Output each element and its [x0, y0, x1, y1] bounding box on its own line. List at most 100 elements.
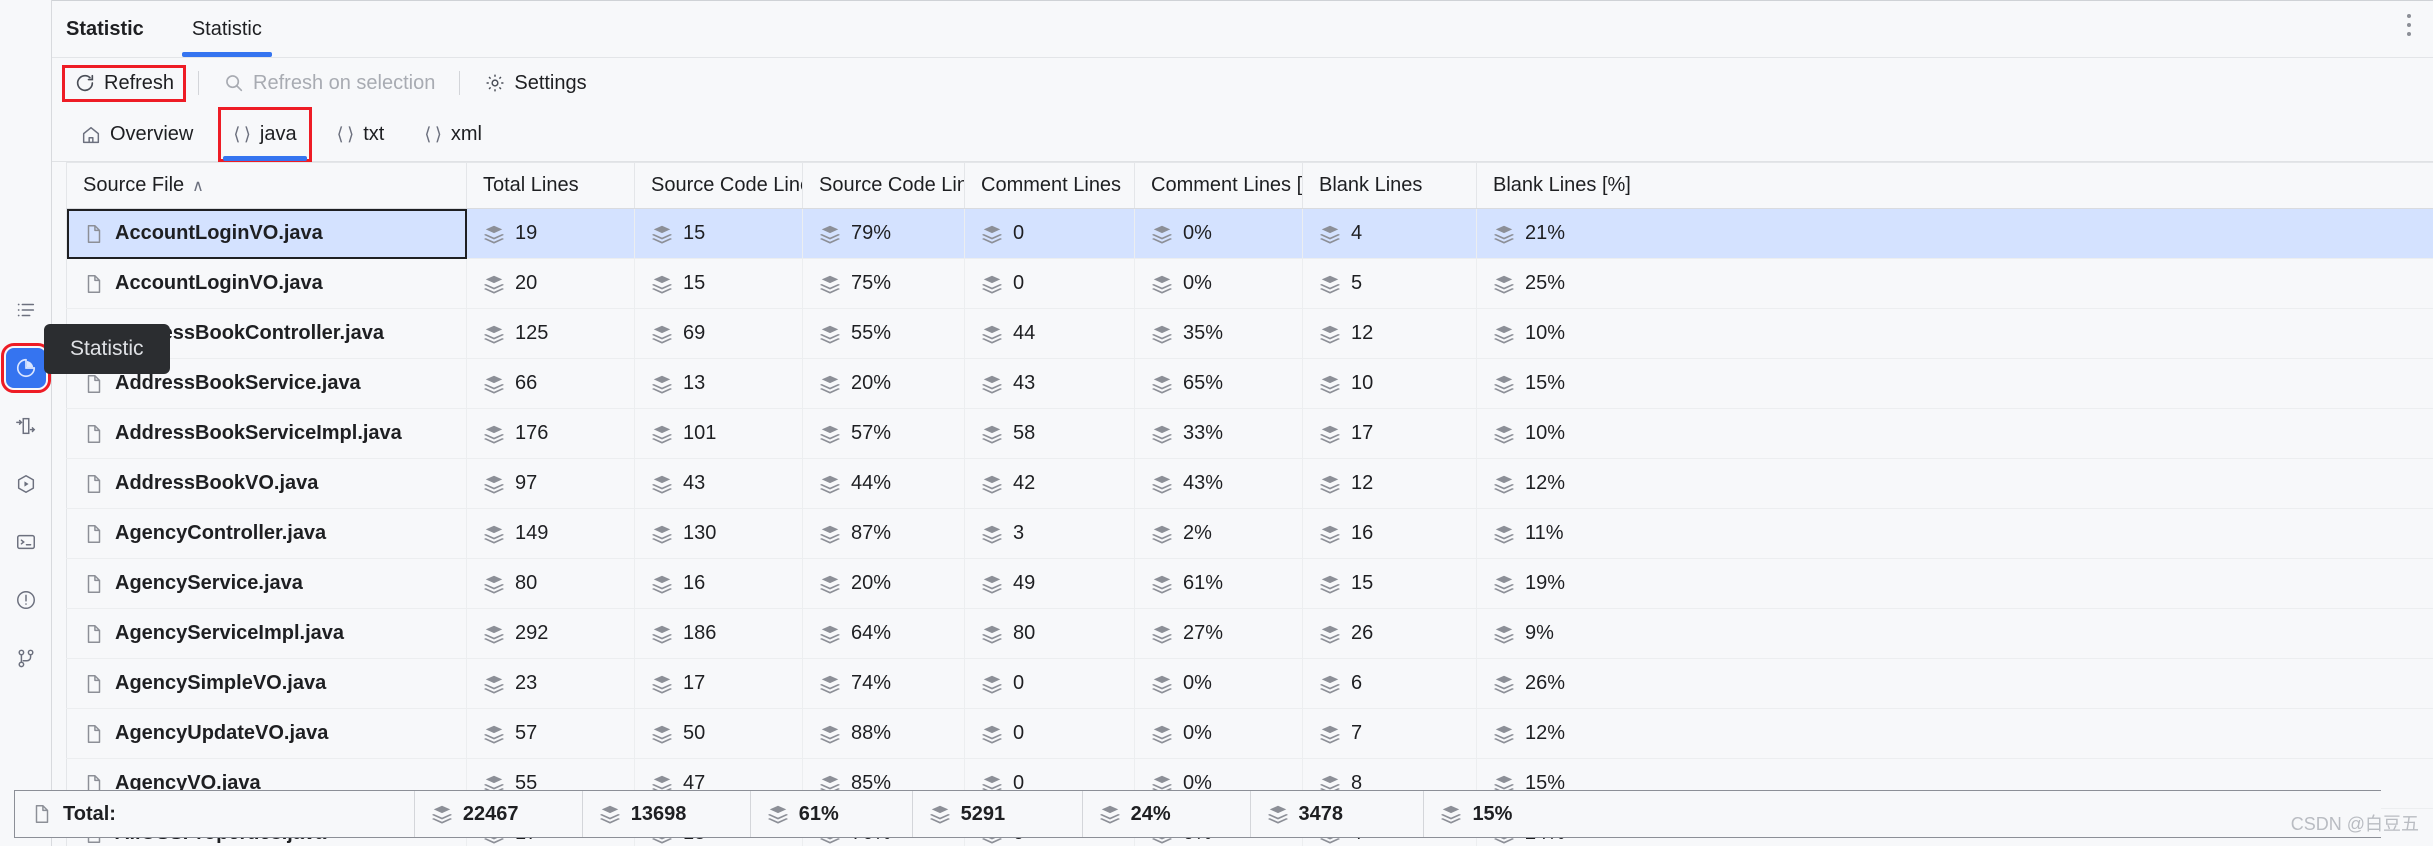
file-name-cell[interactable]: AccountLoginVO.java	[66, 258, 467, 309]
comment-lines-cell[interactable]: 42	[964, 458, 1135, 509]
statistic-table-container[interactable]: Source File ∧ Total Lines Source Code Lin…	[52, 162, 2433, 846]
blank-lines-pct-cell[interactable]: 21%	[1476, 208, 2433, 259]
source-code-lines-cell[interactable]: 17	[634, 658, 803, 709]
file-name-cell[interactable]: AddressBookServiceImpl.java	[66, 408, 467, 459]
source-code-lines-pct-cell[interactable]: 79%	[802, 208, 965, 259]
source-code-lines-cell[interactable]: 186	[634, 608, 803, 659]
blank-lines-pct-cell[interactable]: 9%	[1476, 608, 2433, 659]
sidebar-item-problems[interactable]	[6, 580, 46, 620]
blank-lines-cell[interactable]: 15	[1302, 558, 1477, 609]
blank-lines-pct-cell[interactable]: 19%	[1476, 558, 2433, 609]
blank-lines-cell[interactable]: 7	[1302, 708, 1477, 759]
total-lines-cell[interactable]: 176	[466, 408, 635, 459]
table-row[interactable]: AddressBookVO.java 97 43 44% 42 43% 12 12%	[66, 458, 2433, 509]
total-lines-cell[interactable]: 57	[466, 708, 635, 759]
file-name-cell[interactable]: AgencyController.java	[66, 508, 467, 559]
file-name-cell[interactable]: AccountLoginVO.java	[66, 208, 467, 259]
source-code-lines-cell[interactable]: 43	[634, 458, 803, 509]
table-row[interactable]: AgencyService.java 80 16 20% 49 61% 15 19%	[66, 558, 2433, 609]
column-header-source-code-lines[interactable]: Source Code Lines	[634, 162, 803, 209]
sidebar-item-structure[interactable]	[6, 406, 46, 446]
table-row[interactable]: AccountLoginVO.java 20 15 75% 0 0% 5 25%	[66, 258, 2433, 309]
file-name-cell[interactable]: AddressBookVO.java	[66, 458, 467, 509]
total-lines-cell[interactable]: 66	[466, 358, 635, 409]
blank-lines-pct-cell[interactable]: 10%	[1476, 308, 2433, 359]
blank-lines-pct-cell[interactable]: 12%	[1476, 458, 2433, 509]
total-lines-cell[interactable]: 19	[466, 208, 635, 259]
table-row[interactable]: AddressBookController.java 125 69 55% 44 35% 1…	[66, 308, 2433, 359]
source-code-lines-cell[interactable]: 130	[634, 508, 803, 559]
source-code-lines-cell[interactable]: 50	[634, 708, 803, 759]
file-name-cell[interactable]: AgencySimpleVO.java	[66, 658, 467, 709]
tab-overview[interactable]: Overview	[66, 108, 207, 161]
comment-lines-pct-cell[interactable]: 0%	[1134, 658, 1303, 709]
source-code-lines-cell[interactable]: 15	[634, 208, 803, 259]
source-code-lines-pct-cell[interactable]: 88%	[802, 708, 965, 759]
comment-lines-pct-cell[interactable]: 61%	[1134, 558, 1303, 609]
comment-lines-cell[interactable]: 0	[964, 658, 1135, 709]
source-code-lines-pct-cell[interactable]: 20%	[802, 558, 965, 609]
source-code-lines-pct-cell[interactable]: 75%	[802, 258, 965, 309]
source-code-lines-pct-cell[interactable]: 64%	[802, 608, 965, 659]
comment-lines-pct-cell[interactable]: 43%	[1134, 458, 1303, 509]
source-code-lines-cell[interactable]: 15	[634, 258, 803, 309]
column-header-comment-lines-pct[interactable]: Comment Lines [%]	[1134, 162, 1303, 209]
comment-lines-pct-cell[interactable]: 35%	[1134, 308, 1303, 359]
total-lines-cell[interactable]: 292	[466, 608, 635, 659]
refresh-on-selection-button[interactable]: Refresh on selection	[215, 69, 443, 98]
comment-lines-cell[interactable]: 3	[964, 508, 1135, 559]
total-lines-cell[interactable]: 23	[466, 658, 635, 709]
table-row[interactable]: AgencyController.java 149 130 87% 3 2% 16 11%	[66, 508, 2433, 559]
comment-lines-cell[interactable]: 80	[964, 608, 1135, 659]
column-header-source-file[interactable]: Source File ∧	[66, 162, 467, 209]
column-header-source-code-lines-pct[interactable]: Source Code Line...	[802, 162, 965, 209]
source-code-lines-pct-cell[interactable]: 87%	[802, 508, 965, 559]
tab-xml[interactable]: ⟨ ⟩ xml	[410, 108, 496, 161]
source-code-lines-pct-cell[interactable]: 44%	[802, 458, 965, 509]
source-code-lines-pct-cell[interactable]: 55%	[802, 308, 965, 359]
tab-java[interactable]: ⟨ ⟩ java	[218, 107, 312, 162]
table-row[interactable]: AgencySimpleVO.java 23 17 74% 0 0% 6 26%	[66, 658, 2433, 709]
file-name-cell[interactable]: AgencyServiceImpl.java	[66, 608, 467, 659]
blank-lines-cell[interactable]: 12	[1302, 308, 1477, 359]
comment-lines-cell[interactable]: 0	[964, 708, 1135, 759]
comment-lines-pct-cell[interactable]: 2%	[1134, 508, 1303, 559]
blank-lines-cell[interactable]: 16	[1302, 508, 1477, 559]
tab-txt[interactable]: ⟨ ⟩ txt	[323, 108, 399, 161]
blank-lines-pct-cell[interactable]: 11%	[1476, 508, 2433, 559]
blank-lines-cell[interactable]: 26	[1302, 608, 1477, 659]
source-code-lines-cell[interactable]: 69	[634, 308, 803, 359]
settings-button[interactable]: Settings	[476, 69, 594, 98]
comment-lines-pct-cell[interactable]: 33%	[1134, 408, 1303, 459]
column-header-blank-lines[interactable]: Blank Lines	[1302, 162, 1477, 209]
blank-lines-pct-cell[interactable]: 25%	[1476, 258, 2433, 309]
sidebar-item-statistic[interactable]	[0, 343, 51, 393]
blank-lines-pct-cell[interactable]: 26%	[1476, 658, 2433, 709]
table-row[interactable]: AddressBookService.java 66 13 20% 43 65% 10 15%	[66, 358, 2433, 409]
comment-lines-pct-cell[interactable]: 27%	[1134, 608, 1303, 659]
blank-lines-cell[interactable]: 10	[1302, 358, 1477, 409]
blank-lines-cell[interactable]: 12	[1302, 458, 1477, 509]
column-header-blank-lines-pct[interactable]: Blank Lines [%]	[1476, 162, 2433, 209]
comment-lines-pct-cell[interactable]: 0%	[1134, 708, 1303, 759]
blank-lines-pct-cell[interactable]: 15%	[1476, 358, 2433, 409]
total-lines-cell[interactable]: 149	[466, 508, 635, 559]
total-lines-cell[interactable]: 97	[466, 458, 635, 509]
blank-lines-cell[interactable]: 6	[1302, 658, 1477, 709]
source-code-lines-cell[interactable]: 16	[634, 558, 803, 609]
source-code-lines-pct-cell[interactable]: 20%	[802, 358, 965, 409]
comment-lines-cell[interactable]: 49	[964, 558, 1135, 609]
tab-statistic[interactable]: Statistic	[170, 1, 284, 57]
blank-lines-cell[interactable]: 4	[1302, 208, 1477, 259]
comment-lines-pct-cell[interactable]: 0%	[1134, 208, 1303, 259]
total-lines-cell[interactable]: 20	[466, 258, 635, 309]
sidebar-item-run[interactable]	[6, 464, 46, 504]
column-header-total-lines[interactable]: Total Lines	[466, 162, 635, 209]
comment-lines-pct-cell[interactable]: 0%	[1134, 258, 1303, 309]
blank-lines-cell[interactable]: 5	[1302, 258, 1477, 309]
sidebar-item-list[interactable]	[6, 290, 46, 330]
total-lines-cell[interactable]: 125	[466, 308, 635, 359]
comment-lines-cell[interactable]: 44	[964, 308, 1135, 359]
refresh-button[interactable]: Refresh	[61, 64, 187, 102]
blank-lines-pct-cell[interactable]: 10%	[1476, 408, 2433, 459]
